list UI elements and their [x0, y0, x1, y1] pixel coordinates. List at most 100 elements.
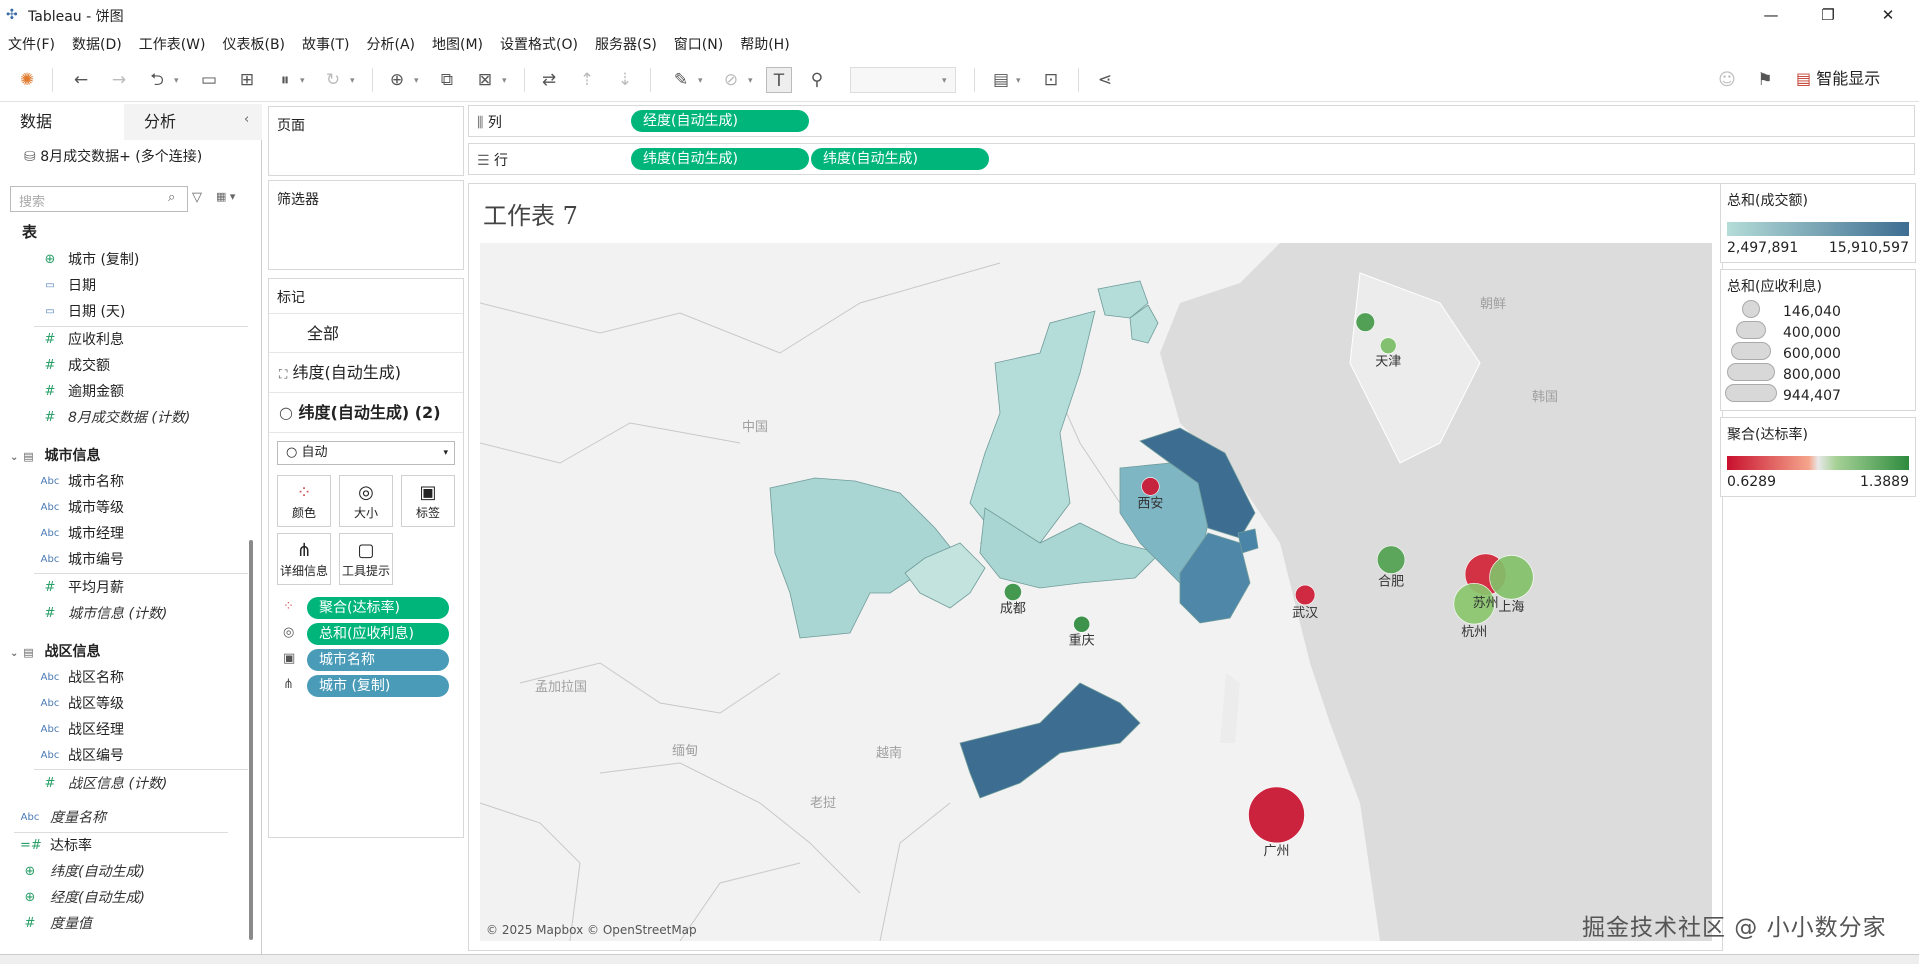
field-amount[interactable]: # 成交额: [0, 354, 250, 378]
duplicate-sheet-icon[interactable]: ⧉: [434, 67, 460, 93]
field-city-copy[interactable]: ⊕ 城市 (复制): [0, 248, 250, 272]
show-cards-icon[interactable]: ▤: [988, 67, 1014, 93]
view-options-icon[interactable]: ▦ ▾: [216, 190, 235, 203]
menu-analysis[interactable]: 分析(A): [359, 30, 416, 54]
pill-interest[interactable]: 总和(应收利息): [307, 623, 449, 645]
collapse-icon[interactable]: ‹: [244, 112, 249, 127]
datasource-name[interactable]: ⛁ 8月成交数据+ (多个连接): [24, 146, 202, 166]
field-city-name[interactable]: Abc 城市名称: [0, 470, 250, 494]
group-city[interactable]: ⌄ ▤ 城市信息: [10, 444, 101, 468]
legend-amount[interactable]: 总和(成交额) 2,497,891 15,910,597: [1720, 183, 1916, 263]
ask-data-icon[interactable]: ☺: [1714, 67, 1740, 93]
menu-worksheet[interactable]: 工作表(W): [131, 30, 206, 54]
format-painter-icon[interactable]: ⚑: [1752, 67, 1778, 93]
tooltip-button[interactable]: ▢ 工具提示: [339, 533, 393, 585]
undo-icon[interactable]: ←: [68, 67, 94, 93]
highlight-icon[interactable]: ✎: [668, 67, 694, 93]
field-zone-level[interactable]: Abc 战区等级: [0, 692, 250, 716]
field-measure-names[interactable]: Abc 度量名称: [0, 806, 250, 830]
share-icon[interactable]: ⋖: [1092, 67, 1118, 93]
minimize-button[interactable]: —: [1748, 4, 1794, 26]
marks-layer-1[interactable]: ⛶ 纬度(自动生成): [269, 353, 463, 393]
refresh-icon[interactable]: ↻: [320, 67, 346, 93]
swap-icon[interactable]: ⇄: [536, 67, 562, 93]
data-pane-scrollbar[interactable]: [249, 540, 253, 940]
map-svg[interactable]: 中国 朝鲜 韩国 孟加拉国 缅甸 越南 老挝 西安天津苏州合肥上海杭州武汉成都重…: [480, 243, 1712, 941]
clear-sheet-icon[interactable]: ⊠: [472, 67, 498, 93]
group-icon[interactable]: ⊘: [718, 67, 744, 93]
city-bubble[interactable]: [1489, 555, 1534, 600]
label-button[interactable]: ▣ 标签: [401, 475, 455, 527]
field-zone-name[interactable]: Abc 战区名称: [0, 666, 250, 690]
city-bubble[interactable]: [1248, 786, 1305, 844]
menu-map[interactable]: 地图(M): [424, 30, 483, 54]
show-labels-icon[interactable]: T: [766, 67, 792, 93]
field-zone-code[interactable]: Abc 战区编号: [0, 744, 250, 768]
smart-show-button[interactable]: ▤ 智能显示: [1796, 66, 1880, 92]
replay-icon[interactable]: ⮌: [144, 67, 170, 93]
pages-card[interactable]: 页面: [268, 106, 464, 176]
map-view[interactable]: 中国 朝鲜 韩国 孟加拉国 缅甸 越南 老挝 西安 天津 苏州 合肥 上海 杭州…: [480, 243, 1712, 941]
field-avg-salary[interactable]: # 平均月薪: [0, 576, 250, 600]
pill-city-name[interactable]: 城市名称: [307, 649, 449, 671]
marks-layer-2[interactable]: ○ 纬度(自动生成) (2): [269, 393, 463, 433]
redo-icon[interactable]: →: [106, 67, 132, 93]
menu-dashboard[interactable]: 仪表板(B): [214, 30, 285, 54]
save-icon[interactable]: ▭: [196, 67, 222, 93]
menu-window[interactable]: 窗口(N): [666, 30, 723, 54]
sort-desc-icon[interactable]: ⇣: [612, 67, 638, 93]
field-latitude[interactable]: ⊕ 纬度(自动生成): [0, 860, 250, 884]
field-interest[interactable]: # 应收利息: [0, 328, 250, 352]
legend-interest[interactable]: 总和(应收利息) 146,040 400,000 600,000 800,000…: [1720, 269, 1916, 411]
field-zone-manager[interactable]: Abc 战区经理: [0, 718, 250, 742]
group-zone[interactable]: ⌄ ▤ 战区信息: [10, 640, 101, 664]
detail-button[interactable]: ⋔ 详细信息: [277, 533, 331, 585]
field-date[interactable]: ▭ 日期: [0, 274, 250, 298]
pill-longitude[interactable]: 经度(自动生成): [631, 110, 809, 132]
field-count[interactable]: #8月成交数据 (计数): [0, 406, 250, 430]
columns-shelf[interactable]: ⫼ 列 经度(自动生成): [468, 105, 1915, 137]
city-bubble[interactable]: [1376, 545, 1406, 574]
restore-button[interactable]: ❐: [1805, 4, 1851, 26]
city-bubble[interactable]: [1295, 584, 1316, 606]
tableau-home-icon[interactable]: ✺: [14, 67, 40, 93]
field-longitude[interactable]: ⊕ 经度(自动生成): [0, 886, 250, 910]
close-button[interactable]: ✕: [1865, 4, 1911, 26]
sort-asc-icon[interactable]: ⇡: [574, 67, 600, 93]
pause-update-icon[interactable]: ⏸: [272, 67, 298, 93]
city-bubble[interactable]: [1073, 615, 1091, 633]
sheet-tab-bar[interactable]: [0, 954, 1919, 964]
city-bubble[interactable]: [1004, 583, 1022, 601]
pin-icon[interactable]: ⚲: [804, 67, 830, 93]
pill-city-copy[interactable]: 城市 (复制): [307, 675, 449, 697]
pill-latitude-1[interactable]: 纬度(自动生成): [631, 148, 809, 170]
field-date-day[interactable]: ▭ 日期 (天): [0, 300, 250, 324]
filters-card[interactable]: 筛选器: [268, 180, 464, 270]
menu-server[interactable]: 服务器(S): [587, 30, 657, 54]
menu-data[interactable]: 数据(D): [64, 30, 122, 54]
city-bubble[interactable]: [1141, 477, 1160, 496]
field-measure-values[interactable]: # 度量值: [0, 912, 250, 936]
field-city-code[interactable]: Abc 城市编号: [0, 548, 250, 572]
field-city-manager[interactable]: Abc 城市经理: [0, 522, 250, 546]
fit-dropdown[interactable]: [850, 67, 956, 93]
rows-shelf[interactable]: ☰ 行 纬度(自动生成) 纬度(自动生成): [468, 143, 1915, 175]
search-input[interactable]: 搜索: [10, 186, 188, 212]
tab-data[interactable]: 数据: [0, 104, 128, 140]
menu-help[interactable]: 帮助(H): [732, 30, 789, 54]
filter-icon[interactable]: ▽: [192, 190, 202, 205]
field-zone-count[interactable]: # 战区信息 (计数): [0, 772, 250, 796]
field-city-level[interactable]: Abc 城市等级: [0, 496, 250, 520]
size-button[interactable]: ◎ 大小: [339, 475, 393, 527]
menu-format[interactable]: 设置格式(O): [492, 30, 578, 54]
tab-analysis[interactable]: 分析: [124, 104, 262, 140]
mark-type-dropdown[interactable]: ○ 自动 ▾: [277, 441, 455, 465]
marks-all[interactable]: 全部: [269, 313, 463, 353]
field-target-rate[interactable]: =# 达标率: [0, 834, 250, 858]
new-datasource-icon[interactable]: ⊞: [234, 67, 260, 93]
pill-target-rate[interactable]: 聚合(达标率): [307, 597, 449, 619]
city-bubble[interactable]: [1379, 337, 1397, 354]
color-button[interactable]: ⁘ 颜色: [277, 475, 331, 527]
city-bubble[interactable]: [1355, 312, 1375, 332]
menu-story[interactable]: 故事(T): [294, 30, 349, 54]
